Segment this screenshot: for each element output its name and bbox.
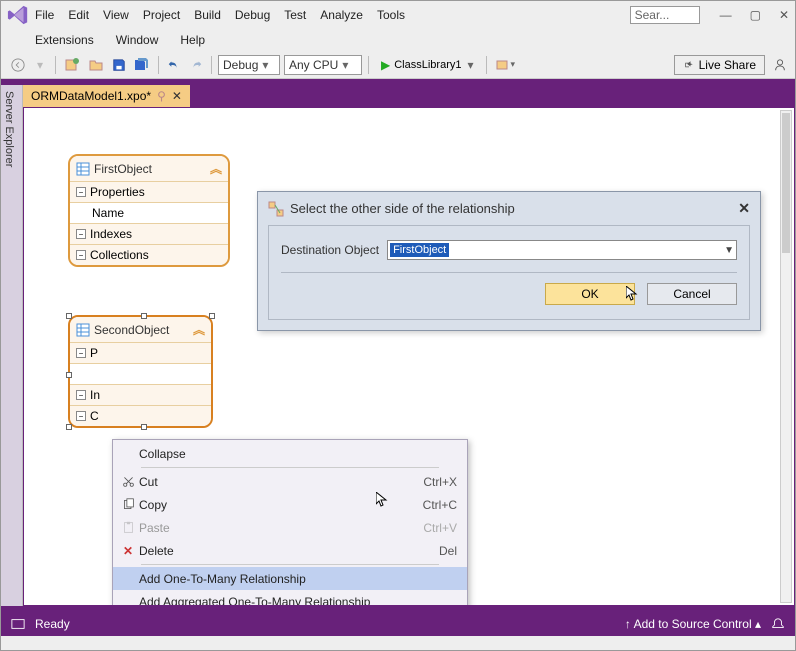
menu-extensions[interactable]: Extensions [35,33,94,47]
open-button[interactable] [86,54,106,76]
ok-button[interactable]: OK [545,283,635,305]
destination-label: Destination Object [281,243,379,257]
document-tab[interactable]: ORMDataModel1.xpo* ⚲ ✕ [23,85,190,107]
undo-button[interactable] [165,54,183,76]
close-tab-icon[interactable]: ✕ [172,89,182,103]
menu-edit[interactable]: Edit [68,8,89,22]
menu-view[interactable]: View [103,8,129,22]
share-icon [683,59,695,71]
collapse-toggle[interactable]: − [76,187,86,197]
minimize-button[interactable]: — [720,8,732,22]
ctx-paste: PasteCtrl+V [113,516,467,539]
destination-combo[interactable]: FirstObject ▼ [387,240,737,260]
cancel-button[interactable]: Cancel [647,283,737,305]
main-toolbar: ▾ Debug▾ Any CPU▾ ▶ClassLibrary1▾ ▾ Live… [1,51,795,79]
entity-title: FirstObject [94,162,206,176]
menu-test[interactable]: Test [284,8,306,22]
table-icon [76,162,90,176]
close-button[interactable]: ✕ [779,8,789,22]
chevron-down-icon: ▼ [724,245,734,256]
platform-combo[interactable]: Any CPU▾ [284,55,362,75]
section-indexes: Indexes [90,227,132,241]
menu-window[interactable]: Window [116,33,159,47]
account-icon[interactable] [773,58,787,72]
nav-back-button[interactable] [9,54,27,76]
visual-studio-logo-icon [7,4,29,26]
menu-bar-row2: Extensions Window Help [1,29,795,51]
status-bar: Ready ↑ Add to Source Control ▴ [1,612,795,636]
section-collections: Collections [90,248,149,262]
save-all-button[interactable] [132,54,152,76]
maximize-button[interactable]: ▢ [750,8,761,22]
ctx-collapse[interactable]: Collapse [113,442,467,465]
start-button[interactable]: ▶ClassLibrary1▾ [375,54,480,76]
redo-button[interactable] [187,54,205,76]
ctx-add-aggregated-otm[interactable]: Add Aggregated One-To-Many Relationship [113,590,467,606]
table-icon [76,323,90,337]
section-properties: P [90,346,98,360]
menu-tools[interactable]: Tools [377,8,405,22]
copy-icon [122,498,135,511]
output-icon[interactable] [11,617,25,631]
relationship-icon [268,201,284,217]
live-share-button[interactable]: Live Share [674,55,765,75]
relationship-dialog: Select the other side of the relationshi… [257,191,761,331]
ctx-add-one-to-many[interactable]: Add One-To-Many Relationship [113,567,467,590]
delete-icon: ✕ [123,544,133,558]
context-menu: Collapse CutCtrl+X CopyCtrl+C PasteCtrl+… [112,439,468,606]
ctx-delete[interactable]: ✕DeleteDel [113,539,467,562]
menu-bar: File Edit View Project Build Debug Test … [35,8,630,22]
source-control-button[interactable]: ↑ Add to Source Control ▴ [625,617,761,631]
menu-project[interactable]: Project [143,8,180,22]
collapse-toggle[interactable]: − [76,411,86,421]
entity-title: SecondObject [94,323,189,337]
collapse-icon[interactable]: ︽ [210,160,222,177]
section-properties: Properties [90,185,145,199]
pin-icon[interactable]: ⚲ [157,89,166,103]
designer-canvas[interactable]: FirstObject ︽ −Properties Name −Indexes … [23,107,795,606]
menu-analyze[interactable]: Analyze [320,8,363,22]
ctx-cut[interactable]: CutCtrl+X [113,470,467,493]
menu-debug[interactable]: Debug [235,8,270,22]
search-input[interactable]: Sear... [630,6,700,24]
collapse-toggle[interactable]: − [76,229,86,239]
paste-icon [122,521,135,534]
ctx-copy[interactable]: CopyCtrl+C [113,493,467,516]
nav-fwd-button[interactable]: ▾ [31,54,49,76]
vertical-scrollbar[interactable] [780,110,792,603]
status-ready: Ready [35,617,70,631]
config-combo[interactable]: Debug▾ [218,55,280,75]
menu-help[interactable]: Help [180,33,205,47]
new-project-button[interactable] [62,54,82,76]
collapse-icon[interactable]: ︽ [193,321,205,338]
extension-button[interactable]: ▾ [493,54,518,76]
entity-firstobject[interactable]: FirstObject ︽ −Properties Name −Indexes … [68,154,230,267]
section-collections: C [90,409,99,423]
server-explorer-tab[interactable]: Server Explorer [1,85,23,606]
collapse-toggle[interactable]: − [76,390,86,400]
dialog-close-button[interactable]: ✕ [738,200,750,217]
entity-secondobject[interactable]: SecondObject ︽ −P −In −C [68,315,213,428]
collapse-toggle[interactable]: − [76,348,86,358]
scissors-icon [122,475,135,488]
save-button[interactable] [110,54,128,76]
menu-file[interactable]: File [35,8,54,22]
dialog-title: Select the other side of the relationshi… [290,201,732,216]
menu-build[interactable]: Build [194,8,221,22]
collapse-toggle[interactable]: − [76,250,86,260]
bell-icon[interactable] [771,617,785,631]
section-indexes: In [90,388,100,402]
field-name[interactable]: Name [92,206,124,220]
